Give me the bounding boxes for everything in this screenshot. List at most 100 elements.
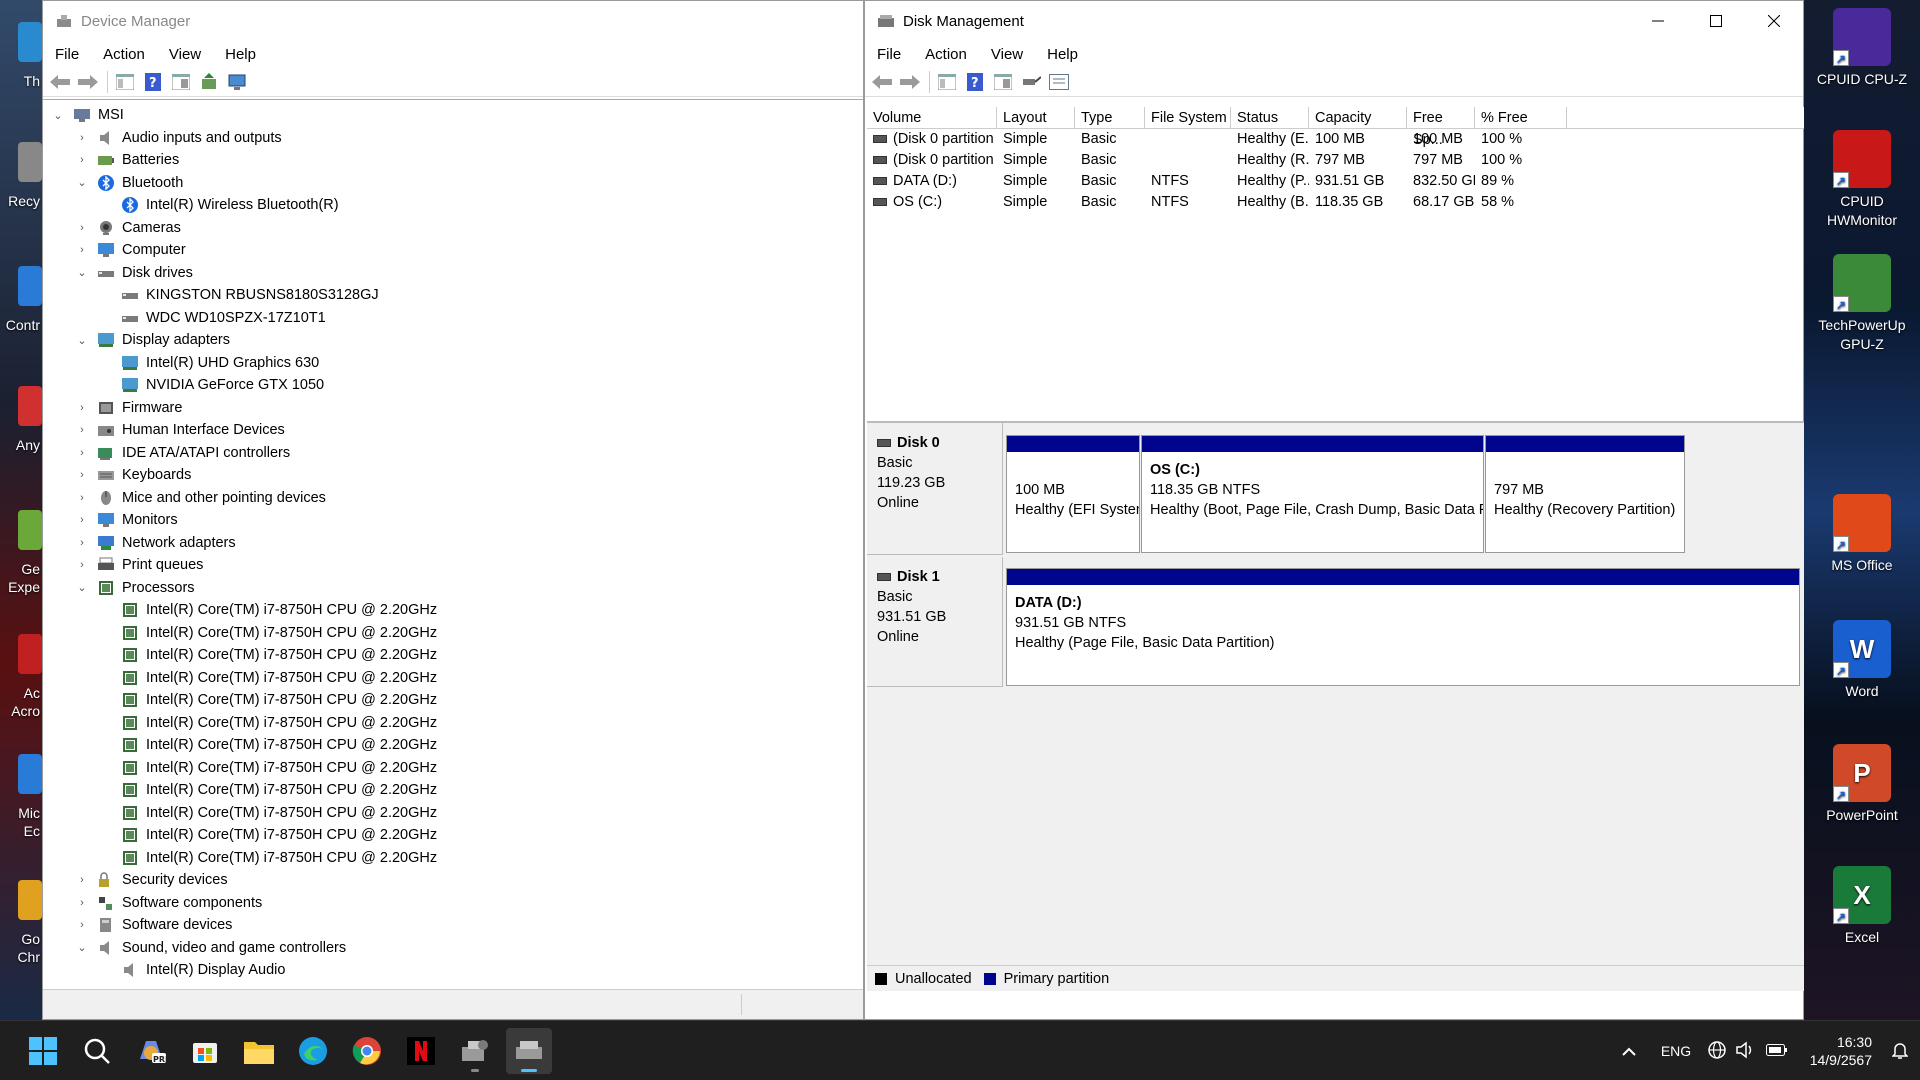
partition-recovery[interactable]: 797 MB Healthy (Recovery Partition) (1485, 435, 1685, 553)
column-header[interactable]: Type (1075, 107, 1145, 128)
device-manager-titlebar[interactable]: Device Manager (43, 1, 863, 41)
battery-icon[interactable] (1760, 1043, 1794, 1059)
expand-chevron-right-icon[interactable]: › (75, 919, 89, 931)
partition-data-d[interactable]: DATA (D:) 931.51 GB NTFS Healthy (Page F… (1006, 568, 1800, 686)
desktop-shortcut-label[interactable]: Go Chr (0, 930, 42, 966)
menu-view[interactable]: View (167, 46, 203, 63)
tree-category-item[interactable]: ⌄ Processors (43, 577, 863, 600)
store-icon[interactable] (182, 1028, 228, 1074)
expand-chevron-right-icon[interactable]: › (75, 514, 89, 526)
tree-category-item[interactable]: › Firmware (43, 397, 863, 420)
tree-category-item[interactable]: › Software devices (43, 914, 863, 937)
search-icon[interactable] (74, 1028, 120, 1074)
tree-device-item[interactable]: Intel(R) Core(TM) i7-8750H CPU @ 2.20GHz (43, 599, 863, 622)
expand-chevron-right-icon[interactable]: › (75, 132, 89, 144)
tree-root-item[interactable]: ⌄ MSI (43, 104, 863, 127)
desktop-shortcut-label[interactable]: Mic Ec (0, 804, 42, 840)
tree-device-item[interactable]: Intel(R) Core(TM) i7-8750H CPU @ 2.20GHz (43, 779, 863, 802)
console-tree-icon[interactable] (936, 71, 958, 93)
back-arrow-icon[interactable] (871, 71, 893, 93)
expand-chevron-right-icon[interactable]: › (75, 537, 89, 549)
disk-0-label[interactable]: Disk 0 Basic 119.23 GB Online (867, 423, 1003, 555)
tree-category-item[interactable]: › Software components (43, 892, 863, 915)
tree-category-item[interactable]: › Audio inputs and outputs (43, 127, 863, 150)
help-icon[interactable]: ? (964, 71, 986, 93)
desktop-shortcut-icon[interactable] (18, 880, 42, 920)
expand-chevron-right-icon[interactable]: › (75, 492, 89, 504)
desktop-shortcut-label[interactable]: Ac Acro (0, 684, 42, 720)
expand-chevron-down-icon[interactable]: ⌄ (75, 941, 89, 954)
tree-device-item[interactable]: NVIDIA GeForce GTX 1050 (43, 374, 863, 397)
network-globe-icon[interactable] (1704, 1040, 1730, 1063)
device-manager-icon[interactable] (452, 1028, 498, 1074)
back-arrow-icon[interactable] (49, 71, 71, 93)
desktop-shortcut-icon[interactable] (18, 22, 42, 62)
expand-chevron-right-icon[interactable]: › (75, 874, 89, 886)
tree-category-item[interactable]: › Cameras (43, 217, 863, 240)
minimize-button[interactable] (1629, 1, 1687, 41)
tree-category-item[interactable]: ⌄ Display adapters (43, 329, 863, 352)
column-header[interactable]: Layout (997, 107, 1075, 128)
tree-category-item[interactable]: › IDE ATA/ATAPI controllers (43, 442, 863, 465)
office-shortcut[interactable]: ↗ MS Office (1804, 494, 1920, 575)
desktop-shortcut-label[interactable]: Contr (0, 316, 42, 334)
start-icon[interactable] (20, 1028, 66, 1074)
volume-row[interactable]: (Disk 0 partition 4) Simple Basic Healthy (… (867, 150, 1804, 171)
tree-category-item[interactable]: › Batteries (43, 149, 863, 172)
desktop-shortcut-icon[interactable] (18, 510, 42, 550)
desktop-shortcut-icon[interactable] (18, 754, 42, 794)
column-header[interactable]: File System (1145, 107, 1231, 128)
file-explorer-icon[interactable] (236, 1028, 282, 1074)
tree-device-item[interactable]: Intel(R) Core(TM) i7-8750H CPU @ 2.20GHz (43, 644, 863, 667)
desktop-shortcut-icon[interactable] (18, 634, 42, 674)
volume-row[interactable]: DATA (D:) Simple Basic NTFS Healthy (P... 931… (867, 171, 1804, 192)
tree-device-item[interactable]: Intel(R) Wireless Bluetooth(R) (43, 194, 863, 217)
tree-device-item[interactable]: Intel(R) Core(TM) i7-8750H CPU @ 2.20GHz (43, 802, 863, 825)
language-indicator[interactable]: ENG (1648, 1043, 1704, 1059)
partition-efi[interactable]: 100 MB Healthy (EFI System Partition) (1006, 435, 1140, 553)
expand-chevron-right-icon[interactable]: › (75, 469, 89, 481)
expand-chevron-right-icon[interactable]: › (75, 897, 89, 909)
expand-chevron-right-icon[interactable]: › (75, 559, 89, 571)
close-button[interactable] (1745, 1, 1803, 41)
clock[interactable]: 16:30 14/9/2567 (1794, 1033, 1880, 1069)
tree-category-item[interactable]: › Computer (43, 239, 863, 262)
volume-icon[interactable] (1730, 1040, 1760, 1062)
show-hidden-icons-chevron-icon[interactable] (1610, 1043, 1648, 1059)
menu-file[interactable]: File (875, 46, 903, 63)
desktop-shortcut-label[interactable]: Ge Expe (0, 560, 42, 596)
expand-chevron-down-icon[interactable]: ⌄ (51, 109, 65, 122)
tree-device-item[interactable]: Intel(R) Core(TM) i7-8750H CPU @ 2.20GHz (43, 847, 863, 870)
desktop-shortcut-label[interactable]: Any (0, 436, 42, 454)
tree-device-item[interactable]: Intel(R) UHD Graphics 630 (43, 352, 863, 375)
tree-category-item[interactable]: › Keyboards (43, 464, 863, 487)
forward-arrow-icon[interactable] (899, 71, 921, 93)
expand-chevron-right-icon[interactable]: › (75, 447, 89, 459)
help-icon[interactable]: ? (142, 71, 164, 93)
tree-category-item[interactable]: › Network adapters (43, 532, 863, 555)
expand-chevron-right-icon[interactable]: › (75, 222, 89, 234)
menu-action[interactable]: Action (923, 46, 969, 63)
netflix-icon[interactable] (398, 1028, 444, 1074)
expand-chevron-right-icon[interactable]: › (75, 402, 89, 414)
chrome-icon[interactable] (344, 1028, 390, 1074)
tree-device-item[interactable]: Intel(R) Core(TM) i7-8750H CPU @ 2.20GHz (43, 689, 863, 712)
tree-device-item[interactable]: WDC WD10SPZX-17Z10T1 (43, 307, 863, 330)
partition-os-c[interactable]: OS (C:) 118.35 GB NTFS Healthy (Boot, Pa… (1141, 435, 1484, 553)
connect-icon[interactable] (1020, 71, 1042, 93)
maximize-button[interactable] (1687, 1, 1745, 41)
expand-chevron-down-icon[interactable]: ⌄ (75, 176, 89, 189)
tree-category-item[interactable]: › Monitors (43, 509, 863, 532)
gpuz-shortcut[interactable]: ↗ TechPowerUp GPU-Z (1804, 254, 1920, 354)
column-header[interactable]: Capacity (1309, 107, 1407, 128)
tree-category-item[interactable]: ⌄ Disk drives (43, 262, 863, 285)
menu-action[interactable]: Action (101, 46, 147, 63)
column-header[interactable]: Status (1231, 107, 1309, 128)
tree-category-item[interactable]: › Human Interface Devices (43, 419, 863, 442)
hwmonitor-shortcut[interactable]: ↗ CPUID HWMonitor (1804, 130, 1920, 230)
tree-device-item[interactable]: KINGSTON RBUSNS8180S3128GJ (43, 284, 863, 307)
tree-device-item[interactable]: Intel(R) Core(TM) i7-8750H CPU @ 2.20GHz (43, 622, 863, 645)
expand-chevron-right-icon[interactable]: › (75, 424, 89, 436)
expand-chevron-down-icon[interactable]: ⌄ (75, 266, 89, 279)
menu-file[interactable]: File (53, 46, 81, 63)
